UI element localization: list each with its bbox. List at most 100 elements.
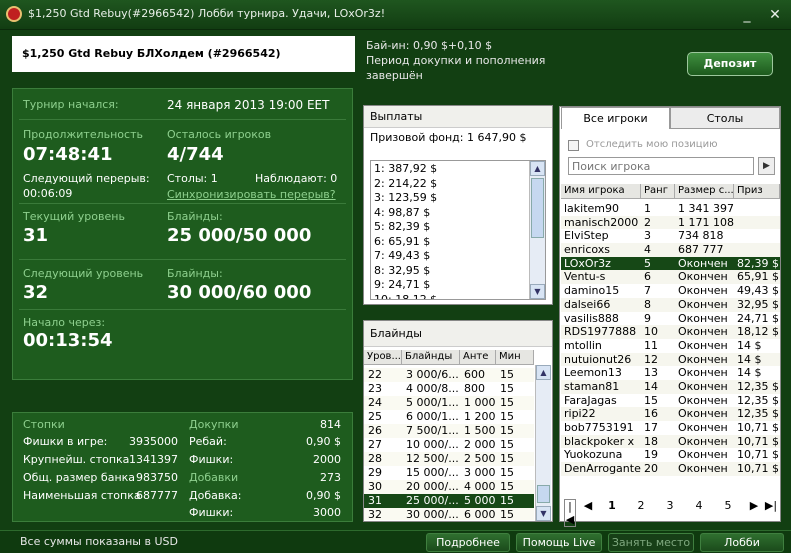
search-arrow-icon[interactable]: ▶ [758,157,775,175]
page-link[interactable]: 4 [691,499,707,512]
player-row[interactable]: ElviStep 3 734 818 [561,229,780,244]
blind-row[interactable]: 30 20 000/... 4 000 15 [364,480,534,494]
col-rank[interactable]: Ранг [641,184,675,199]
scroll-thumb[interactable] [537,485,550,503]
player-row[interactable]: Leemon13 13 Окончен 14 $ [561,366,780,380]
col-blinds[interactable]: Блайнды [402,350,460,365]
blind-row[interactable]: 28 12 500/... 2 500 15 [364,452,534,466]
player-row[interactable]: manisch2000 2 1 171 108 [561,215,780,230]
scroll-thumb[interactable] [531,178,544,238]
payout-row: 7: 49,43 $ [374,249,431,262]
page-link[interactable]: 1 [604,499,620,512]
player-row[interactable]: bob7753191 17 Окончен 10,71 $ [561,421,780,435]
col-stack[interactable]: Размер с... [675,184,734,199]
scroll-up-icon[interactable]: ▲ [530,161,545,176]
starts-in-label: Начало через: [23,316,106,329]
app-logo-icon [6,6,22,22]
player-row[interactable]: LOxOr3z 5 Окончен 82,39 $ [561,256,780,271]
player-row[interactable]: ripi22 16 Окончен 12,35 $ [561,407,780,421]
player-row[interactable]: enricoxs 4 687 777 [561,243,780,257]
blinds-list[interactable]: 22 3 000/6... 600 15 23 4 000/8... 800 15 24 5 00… [364,368,534,520]
player-cell: 32,95 $ [737,297,779,311]
player-cell: 14 $ [737,352,762,366]
player-cell: 1 171 108 [678,215,734,229]
buyin-info: Бай-ин: 0,90 $+0,10 $ Период докупки и п… [366,38,566,83]
player-row[interactable]: nutuionut26 12 Окончен 14 $ [561,352,780,367]
players-list[interactable]: lakitem90 1 1 341 397 manisch2000 2 1 171 108… [561,202,780,482]
player-cell: Окончен [678,297,728,311]
col-ante[interactable]: Анте [460,350,496,365]
page-link[interactable]: 3 [662,499,678,512]
blind-cell: 26 [368,424,382,437]
blind-row[interactable]: 32 30 000/... 6 000 15 [364,508,534,520]
scroll-up-icon[interactable]: ▲ [536,365,551,380]
player-row[interactable]: damino15 7 Окончен 49,43 $ [561,284,780,298]
player-row[interactable]: blackpoker x 18 Окончен 10,71 $ [561,434,780,449]
minimize-icon[interactable]: _ [738,6,756,24]
more-info-button[interactable]: Подробнее [426,533,510,552]
player-row[interactable]: vasilis888 9 Окончен 24,71 $ [561,311,780,326]
blind-row[interactable]: 24 5 000/1... 1 000 15 [364,396,534,410]
player-row[interactable]: staman81 14 Окончен 12,35 $ [561,379,780,394]
live-help-button[interactable]: Помощь Live [516,533,602,552]
next-page-icon[interactable]: ▶ [748,499,760,512]
payout-row: 4: 98,87 $ [374,205,431,219]
blind-cell: 4 000 [464,480,496,493]
payouts-list[interactable]: 1: 387,92 $2: 214,22 $3: 123,59 $4: 98,8… [370,160,546,300]
blind-cell: 5 000 [464,494,496,507]
blind-row[interactable]: 26 7 500/1... 1 500 15 [364,424,534,438]
player-row[interactable]: mtollin 11 Окончен 14 $ [561,338,780,353]
last-page-icon[interactable]: ▶| [764,499,778,512]
page-link[interactable]: 5 [720,499,736,512]
col-min[interactable]: Мин [496,350,534,365]
player-row[interactable]: FaraJagas 15 Окончен 12,35 $ [561,393,780,408]
player-cell: Окончен [678,448,728,462]
stacks-rebuys-panel: Стопки Фишки в игре: 3935000 Крупнейш. с… [12,412,353,522]
player-cell: 10,71 $ [737,434,779,448]
scroll-down-icon[interactable]: ▼ [530,284,545,299]
tournament-stats-panel: Турнир начался: 24 января 2013 19:00 EET… [12,88,353,380]
page-link[interactable]: 2 [633,499,649,512]
payouts-scrollbar[interactable]: ▲ ▼ [529,161,545,299]
blind-row[interactable]: 22 3 000/6... 600 15 [364,368,534,382]
prev-page-icon[interactable]: ◀ [582,499,594,512]
blind-row[interactable]: 29 15 000/... 3 000 15 [364,466,534,480]
blinds-scrollbar[interactable]: ▲ ▼ [535,365,551,521]
player-cell: staman81 [564,379,620,393]
player-cell: 49,43 $ [737,284,779,298]
player-row[interactable]: Ventu-s 6 Окончен 65,91 $ [561,270,780,285]
player-row[interactable]: dalsei66 8 Окончен 32,95 $ [561,297,780,312]
player-search-input[interactable] [568,157,754,175]
blind-row[interactable]: 31 25 000/... 5 000 15 [364,494,534,508]
col-prize[interactable]: Приз [734,184,780,199]
player-row[interactable]: Yuokozuna 19 Окончен 10,71 $ [561,448,780,463]
blind-row[interactable]: 25 6 000/1... 1 200 15 [364,410,534,424]
close-icon[interactable]: ✕ [766,6,784,24]
pager: |◀ ◀ 12345 ▶ ▶| [564,499,778,527]
player-cell: 10,71 $ [737,421,779,434]
blind-cell: 1 000 [464,396,496,409]
scroll-down-icon[interactable]: ▼ [536,506,551,521]
player-cell: 11 [644,338,658,352]
player-row[interactable]: lakitem90 1 1 341 397 [561,202,780,216]
deposit-button[interactable]: Депозит [687,52,773,76]
sync-breaks-link[interactable]: Синхронизировать перерыв? [167,188,336,201]
take-seat-button[interactable]: Занять место [608,533,694,552]
player-row[interactable]: DenArrogante 20 Окончен 10,71 $ [561,462,780,476]
blind-row[interactable]: 23 4 000/8... 800 15 [364,382,534,396]
player-row[interactable]: RDS1977888 10 Окончен 18,12 $ [561,325,780,339]
col-player-name[interactable]: Имя игрока [561,184,641,199]
addon-value: 0,90 $ [306,489,341,502]
player-cell: 15 [644,393,658,407]
player-cell: 16 [644,407,658,421]
first-page-icon[interactable]: |◀ [564,499,576,527]
started-label: Турнир начался: [23,98,119,111]
blind-row[interactable]: 27 10 000/... 2 000 15 [364,438,534,452]
blind-cell: 25 000/... [406,494,459,507]
lobby-button[interactable]: Лобби [700,533,784,552]
track-position-checkbox[interactable] [568,140,579,151]
current-level-label: Текущий уровень [23,210,125,223]
col-level[interactable]: Уров... [364,350,402,365]
tab-tables[interactable]: Столы [670,107,780,129]
tab-all-players[interactable]: Все игроки [561,107,670,129]
